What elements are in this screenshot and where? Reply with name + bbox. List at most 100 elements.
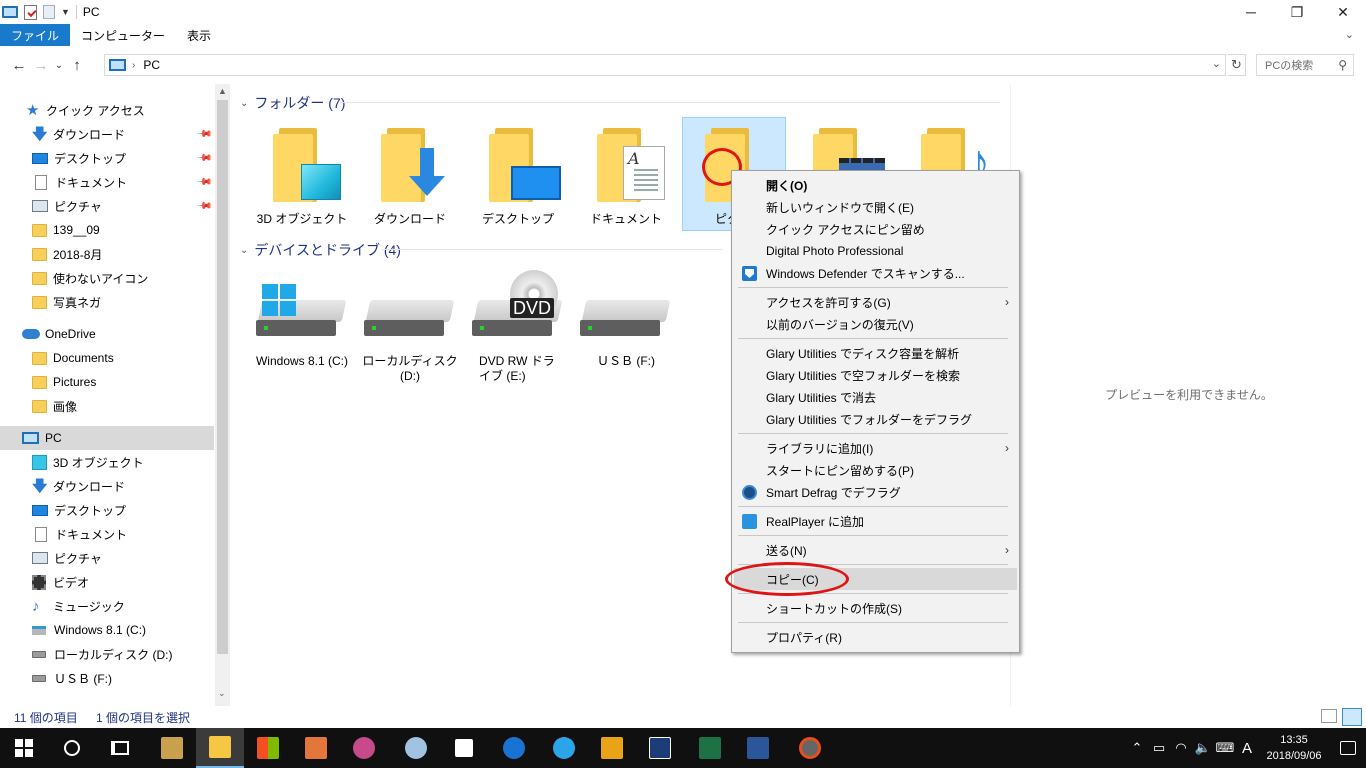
- details-view-icon[interactable]: [1321, 709, 1337, 723]
- taskbar-internet-explorer[interactable]: [540, 728, 588, 768]
- nav-item-folder[interactable]: 画像: [0, 394, 214, 418]
- taskbar-edge[interactable]: [490, 728, 538, 768]
- ime-indicator[interactable]: A: [1236, 740, 1258, 757]
- menu-item-pin-quick-access[interactable]: クイック アクセスにピン留め: [734, 218, 1017, 240]
- nav-item-desktop[interactable]: デスクトップ 📌: [0, 146, 214, 170]
- nav-item-folder[interactable]: 2018-8月: [0, 242, 214, 266]
- menu-item-digital-photo-professional[interactable]: Digital Photo Professional: [734, 240, 1017, 262]
- menu-item-glary-erase[interactable]: Glary Utilities で消去: [734, 386, 1017, 408]
- clock[interactable]: 13:35 2018/09/06: [1258, 732, 1330, 764]
- pin-icon[interactable]: 📌: [195, 174, 212, 191]
- scroll-thumb[interactable]: [217, 100, 228, 654]
- chevron-down-icon[interactable]: ⌄: [240, 98, 248, 109]
- close-button[interactable]: ✕: [1320, 0, 1366, 24]
- tab-view[interactable]: 表示: [176, 24, 222, 46]
- nav-item-documents[interactable]: ドキュメント: [0, 522, 214, 546]
- menu-item-create-shortcut[interactable]: ショートカットの作成(S): [734, 597, 1017, 619]
- nav-item-folder[interactable]: 使わないアイコン: [0, 266, 214, 290]
- taskbar-store[interactable]: [244, 728, 292, 768]
- nav-item-3d-objects[interactable]: 3D オブジェクト: [0, 450, 214, 474]
- forward-arrow-icon[interactable]: →: [30, 57, 52, 74]
- drive-tile-d[interactable]: ローカルディスク (D:): [358, 274, 462, 392]
- pin-icon[interactable]: 📌: [195, 126, 212, 143]
- task-view-button[interactable]: [96, 728, 144, 768]
- folder-tile-downloads[interactable]: ダウンロード: [358, 118, 462, 232]
- drive-tile-e[interactable]: DVD DVD RW ドライブ (E:): [466, 270, 570, 392]
- volume-mute-icon[interactable]: 🔈: [1192, 740, 1214, 756]
- nav-onedrive[interactable]: OneDrive: [0, 322, 214, 346]
- up-arrow-icon[interactable]: ↑: [66, 57, 88, 74]
- menu-item-open[interactable]: 開く(O): [734, 174, 1017, 196]
- back-arrow-icon[interactable]: ←: [8, 57, 30, 74]
- nav-item-music[interactable]: ♪ ミュージック: [0, 594, 214, 618]
- nav-item-pictures[interactable]: ピクチャ 📌: [0, 194, 214, 218]
- menu-item-restore-previous[interactable]: 以前のバージョンの復元(V): [734, 313, 1017, 335]
- nav-item-folder[interactable]: Documents: [0, 346, 214, 370]
- menu-item-pin-start[interactable]: スタートにピン留めする(P): [734, 459, 1017, 481]
- folders-group-header[interactable]: ⌄ フォルダー (7): [240, 93, 345, 113]
- tab-file[interactable]: ファイル: [0, 24, 71, 46]
- pin-icon[interactable]: 📌: [195, 150, 212, 167]
- nav-item-desktop[interactable]: デスクトップ: [0, 498, 214, 522]
- tab-computer[interactable]: コンピューター: [70, 24, 176, 46]
- menu-item-defender-scan[interactable]: Windows Defender でスキャンする...: [734, 262, 1017, 284]
- chevron-down-icon[interactable]: ⌄: [1345, 28, 1354, 41]
- nav-pc[interactable]: PC: [0, 426, 214, 450]
- nav-item-folder[interactable]: 139__09: [0, 218, 214, 242]
- folder-tile-desktop[interactable]: デスクトップ: [466, 118, 570, 232]
- nav-scrollbar[interactable]: ▲ ⌄: [215, 84, 230, 706]
- taskbar-word[interactable]: [734, 728, 782, 768]
- scroll-down-icon[interactable]: ⌄: [218, 688, 226, 699]
- nav-quick-access[interactable]: ★ クイック アクセス: [0, 98, 214, 122]
- menu-item-properties[interactable]: プロパティ(R): [734, 626, 1017, 648]
- wifi-icon[interactable]: ◠: [1170, 740, 1192, 756]
- drives-group-header[interactable]: ⌄ デバイスとドライブ (4): [240, 240, 401, 260]
- pc-icon[interactable]: [2, 6, 18, 18]
- properties-icon[interactable]: [24, 4, 37, 20]
- action-center-button[interactable]: [1330, 728, 1366, 768]
- menu-item-add-to-library[interactable]: ライブラリに追加(I) ›: [734, 437, 1017, 459]
- address-bar[interactable]: › PC ⌄: [104, 54, 1226, 76]
- chevron-right-icon[interactable]: ›: [132, 60, 135, 71]
- taskbar-app[interactable]: [588, 728, 636, 768]
- search-icon[interactable]: ⚲: [1338, 58, 1347, 72]
- keyboard-icon[interactable]: ⌨: [1214, 740, 1236, 756]
- nav-item-downloads[interactable]: 🡇 ダウンロード 📌: [0, 122, 214, 146]
- nav-item-drive-c[interactable]: Windows 8.1 (C:): [0, 618, 214, 642]
- nav-item-drive-d[interactable]: ローカルディスク (D:): [0, 642, 214, 666]
- drive-tile-f[interactable]: ＵＳＢ (F:): [574, 274, 678, 392]
- menu-item-glary-empty-folders[interactable]: Glary Utilities で空フォルダーを検索: [734, 364, 1017, 386]
- breadcrumb[interactable]: PC: [143, 58, 160, 72]
- nav-item-documents[interactable]: ドキュメント 📌: [0, 170, 214, 194]
- chevron-down-icon[interactable]: ⌄: [1212, 57, 1221, 70]
- taskbar-app[interactable]: [340, 728, 388, 768]
- refresh-button[interactable]: ↻: [1228, 54, 1246, 76]
- menu-item-glary-defrag[interactable]: Glary Utilities でフォルダーをデフラグ: [734, 408, 1017, 430]
- taskbar-sticky-notes[interactable]: [440, 728, 488, 768]
- pin-icon[interactable]: 📌: [195, 198, 212, 215]
- minimize-button[interactable]: ─: [1228, 0, 1274, 24]
- taskbar-file-explorer[interactable]: [196, 728, 244, 768]
- nav-item-drive-f[interactable]: ＵＳＢ (F:): [0, 666, 214, 690]
- battery-icon[interactable]: ▭: [1148, 740, 1170, 756]
- menu-item-open-new-window[interactable]: 新しいウィンドウで開く(E): [734, 196, 1017, 218]
- menu-item-glary-analyze[interactable]: Glary Utilities でディスク容量を解析: [734, 342, 1017, 364]
- taskbar-app[interactable]: [148, 728, 196, 768]
- menu-item-give-access[interactable]: アクセスを許可する(G) ›: [734, 291, 1017, 313]
- taskbar-app[interactable]: [786, 728, 834, 768]
- cortana-button[interactable]: [48, 728, 96, 768]
- customize-dropdown-icon[interactable]: ▼: [61, 7, 70, 17]
- start-button[interactable]: [0, 728, 48, 768]
- search-input[interactable]: PCの検索 ⚲: [1256, 54, 1354, 76]
- recent-locations-icon[interactable]: ⌄: [52, 60, 66, 71]
- nav-item-downloads[interactable]: 🡇 ダウンロード: [0, 474, 214, 498]
- folder-tile-3d-objects[interactable]: 3D オブジェクト: [250, 118, 354, 232]
- menu-item-send-to[interactable]: 送る(N) ›: [734, 539, 1017, 561]
- scroll-up-icon[interactable]: ▲: [218, 86, 227, 96]
- menu-item-realplayer[interactable]: RealPlayer に追加: [734, 510, 1017, 532]
- taskbar-excel[interactable]: [686, 728, 734, 768]
- taskbar-app[interactable]: [292, 728, 340, 768]
- taskbar-app[interactable]: [392, 728, 440, 768]
- nav-item-videos[interactable]: ビデオ: [0, 570, 214, 594]
- folder-tile-documents[interactable]: ドキュメント: [574, 118, 678, 232]
